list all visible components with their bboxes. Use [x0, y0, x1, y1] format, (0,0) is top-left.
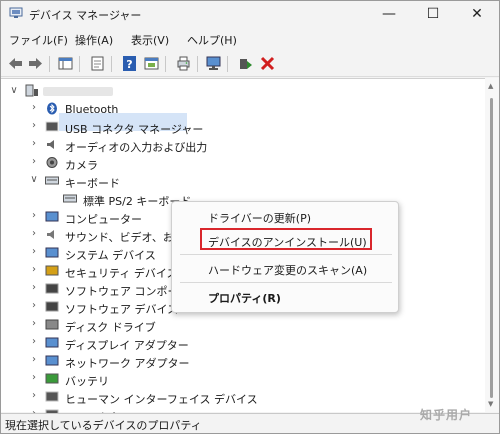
- menu-item-properties[interactable]: プロパティ(R): [208, 290, 281, 306]
- properties-grid-icon[interactable]: [57, 55, 74, 72]
- root-computer-name-redacted: [43, 87, 113, 96]
- minimize-button[interactable]: —: [367, 1, 411, 27]
- tree-category-label[interactable]: Bluetooth: [65, 103, 118, 116]
- software-icon: [45, 301, 59, 312]
- title-bar: デバイス マネージャー — ☐ ✕: [1, 1, 499, 27]
- expand-chevron-icon[interactable]: ›: [29, 300, 39, 311]
- window-title: デバイス マネージャー: [29, 9, 142, 22]
- context-menu: ドライバーの更新(P) デバイスのアンインストール(U) ハードウェア変更のスキ…: [171, 201, 399, 313]
- maximize-button[interactable]: ☐: [411, 1, 455, 27]
- device-manager-app-icon: [9, 7, 23, 18]
- menu-file[interactable]: ファイル(F): [9, 32, 68, 48]
- expand-chevron-icon[interactable]: ›: [29, 390, 39, 401]
- toolbar-separator: [165, 56, 166, 72]
- toolbar-separator: [79, 56, 80, 72]
- hid-icon: [45, 391, 59, 402]
- tree-category-label[interactable]: ネットワーク アダプター: [65, 355, 190, 371]
- tree-category-label[interactable]: ヒューマン インターフェイス デバイス: [65, 391, 258, 407]
- bluetooth-icon: [47, 102, 57, 115]
- forward-arrow-icon[interactable]: [27, 55, 44, 72]
- tree-category-label[interactable]: カメラ: [65, 157, 98, 173]
- menu-item-scan-hardware[interactable]: ハードウェア変更のスキャン(A): [208, 262, 367, 278]
- expand-chevron-icon[interactable]: ›: [29, 138, 39, 149]
- menu-action[interactable]: 操作(A): [75, 32, 113, 48]
- toolbar-separator: [111, 56, 112, 72]
- tree-category-label[interactable]: ソフトウェア デバイス: [65, 301, 178, 317]
- toolbar: ?: [1, 51, 499, 77]
- component-icon: [45, 283, 59, 294]
- expand-chevron-icon[interactable]: ›: [29, 372, 39, 383]
- security-icon: [45, 265, 59, 276]
- root-expand-chevron-icon[interactable]: ∨: [9, 85, 19, 96]
- scroll-down-arrow-icon[interactable]: ▼: [488, 400, 493, 408]
- remove-x-icon[interactable]: [259, 55, 276, 72]
- expand-chevron-icon[interactable]: ›: [29, 102, 39, 113]
- keyboard-icon: [63, 194, 77, 203]
- expand-chevron-icon[interactable]: ›: [29, 228, 39, 239]
- toolbar-separator: [227, 56, 228, 72]
- tree-category-label[interactable]: システム デバイス: [65, 247, 156, 263]
- sound-icon: [47, 230, 54, 239]
- display-icon: [45, 337, 59, 348]
- folder-icon: [45, 247, 59, 258]
- toolbar-separator: [49, 56, 50, 72]
- expand-chevron-icon[interactable]: ›: [29, 264, 39, 275]
- menu-separator: [180, 254, 392, 255]
- tree-category-label[interactable]: キーボード: [65, 175, 120, 191]
- watermark: 知乎用户: [420, 408, 473, 422]
- expand-chevron-icon[interactable]: ›: [29, 318, 39, 329]
- speaker-icon: [47, 140, 54, 149]
- uninstall-highlight-box: [200, 228, 372, 250]
- usb-icon: [45, 121, 59, 132]
- tree-category-label[interactable]: ディスク ドライブ: [65, 319, 156, 335]
- menu-separator: [180, 282, 392, 283]
- menu-item-update-driver[interactable]: ドライバーの更新(P): [208, 210, 311, 226]
- expand-chevron-icon[interactable]: ›: [29, 336, 39, 347]
- vertical-scrollbar[interactable]: ▲ ▼: [485, 78, 499, 412]
- status-text: 現在選択しているデバイスのプロパティ: [5, 419, 202, 432]
- collapse-chevron-icon[interactable]: ∨: [29, 174, 39, 185]
- scroll-up-arrow-icon[interactable]: ▲: [488, 82, 493, 90]
- help-icon[interactable]: ?: [121, 55, 138, 72]
- print-icon[interactable]: [175, 55, 192, 72]
- back-arrow-icon[interactable]: [7, 55, 24, 72]
- tree-category-label[interactable]: セキュリティ デバイス: [65, 265, 178, 281]
- computer-root-icon: [25, 84, 38, 97]
- network-icon: [45, 355, 59, 366]
- keyboard-icon: [45, 176, 59, 185]
- svg-text:?: ?: [126, 58, 132, 71]
- enable-device-icon[interactable]: [237, 55, 254, 72]
- menu-bar: ファイル(F) 操作(A) 表示(V) ヘルプ(H): [1, 28, 499, 50]
- tree-category-label[interactable]: USB コネクタ マネージャー: [65, 121, 203, 137]
- expand-chevron-icon[interactable]: ›: [29, 156, 39, 167]
- device-manager-window: デバイス マネージャー — ☐ ✕ ファイル(F) 操作(A) 表示(V) ヘル…: [0, 0, 500, 434]
- view-icon[interactable]: [143, 55, 160, 72]
- close-button[interactable]: ✕: [455, 1, 499, 27]
- tree-category-label[interactable]: サウンド、ビデオ、およ: [65, 229, 185, 245]
- tree-category-label[interactable]: バッテリ: [65, 373, 109, 389]
- tree-category-label[interactable]: コンピューター: [65, 211, 142, 227]
- expand-chevron-icon[interactable]: ›: [29, 282, 39, 293]
- disk-icon: [45, 319, 59, 330]
- monitor-icon[interactable]: [205, 55, 222, 72]
- expand-chevron-icon[interactable]: ›: [29, 354, 39, 365]
- doc-icon[interactable]: [89, 55, 106, 72]
- toolbar-separator: [197, 56, 198, 72]
- camera-icon: [46, 157, 58, 168]
- menu-view[interactable]: 表示(V): [131, 32, 169, 48]
- menu-help[interactable]: ヘルプ(H): [187, 32, 237, 48]
- expand-chevron-icon[interactable]: ›: [29, 120, 39, 131]
- battery-icon: [45, 373, 59, 384]
- tree-category-label[interactable]: オーディオの入力および出力: [65, 139, 207, 155]
- expand-chevron-icon[interactable]: ›: [29, 246, 39, 257]
- scrollbar-thumb[interactable]: [490, 98, 493, 398]
- computer-icon: [45, 211, 59, 222]
- expand-chevron-icon[interactable]: ›: [29, 210, 39, 221]
- tree-category-label[interactable]: ディスプレイ アダプター: [65, 337, 189, 353]
